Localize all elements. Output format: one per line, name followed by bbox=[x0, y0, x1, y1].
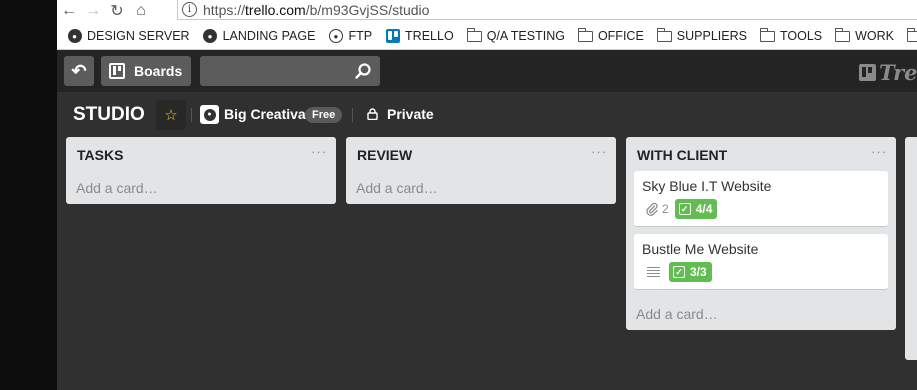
address-bar[interactable]: i https://trello.com/b/m93GvjSS/studio bbox=[177, 0, 917, 20]
folder-icon bbox=[759, 27, 775, 42]
logo-circle-icon: ● bbox=[203, 29, 218, 43]
header-divider bbox=[352, 108, 353, 122]
bookmark-design-server[interactable]: ● DESIGN SERVER bbox=[67, 29, 190, 44]
checklist-badge: ✓ 3/3 bbox=[669, 262, 712, 282]
app-header: ↶ Boards Trello bbox=[57, 50, 917, 92]
bookmark-label: WORK bbox=[855, 29, 895, 43]
bookmarks-bar: ● DESIGN SERVER ● LANDING PAGE ● FTP TRELLO… bbox=[57, 24, 917, 48]
team-logo-icon: ● bbox=[203, 108, 216, 121]
folder-icon bbox=[835, 27, 851, 42]
attachment-badge: 2 bbox=[642, 202, 669, 216]
url-prefix: https:// bbox=[203, 1, 246, 18]
star-icon: ☆ bbox=[164, 107, 178, 124]
bookmark-pe[interactable]: PE bbox=[907, 27, 917, 44]
list-title[interactable]: WITH CLIENT bbox=[637, 147, 727, 163]
logo-outline-circle-icon: ● bbox=[328, 29, 343, 43]
trello-logo-icon bbox=[859, 64, 876, 81]
checkbox-icon: ✓ bbox=[673, 266, 685, 278]
lock-icon bbox=[367, 108, 378, 120]
logo-circle-icon: ● bbox=[67, 29, 82, 43]
bookmark-trello[interactable]: TRELLO bbox=[385, 29, 454, 44]
boards-label: Boards bbox=[134, 63, 183, 79]
bookmark-ftp[interactable]: ● FTP bbox=[328, 29, 372, 44]
list-menu-icon[interactable]: ··· bbox=[871, 144, 887, 159]
card[interactable]: Bustle Me Website ✓ 3/3 bbox=[634, 234, 888, 290]
bookmark-label: OFFICE bbox=[597, 29, 644, 43]
back-button[interactable]: ↶ bbox=[64, 56, 94, 86]
folder-icon bbox=[907, 27, 917, 42]
url-path: /b/m93GvjSS/studio bbox=[305, 1, 430, 18]
folder-icon bbox=[656, 27, 672, 42]
list-menu-icon[interactable]: ··· bbox=[311, 144, 327, 159]
bookmark-office[interactable]: OFFICE bbox=[577, 27, 644, 44]
free-badge: Free bbox=[305, 107, 343, 123]
search-input[interactable] bbox=[200, 56, 380, 86]
logo-text: Trello bbox=[879, 60, 917, 85]
bookmark-label: LANDING PAGE bbox=[222, 29, 316, 43]
bookmark-label: DESIGN SERVER bbox=[87, 29, 190, 43]
bookmark-label: TRELLO bbox=[405, 29, 454, 43]
bookmark-tools[interactable]: TOOLS bbox=[759, 27, 823, 44]
info-icon[interactable]: i bbox=[182, 2, 197, 17]
board-title[interactable]: STUDIO bbox=[73, 104, 145, 126]
bookmark-label: Q/A TESTING bbox=[486, 29, 565, 43]
list-title[interactable]: REVIEW bbox=[357, 147, 412, 163]
back-icon: ↶ bbox=[71, 60, 87, 81]
bookmark-qa-testing[interactable]: Q/A TESTING bbox=[466, 27, 565, 44]
star-button[interactable]: ☆ bbox=[156, 100, 186, 130]
add-card-link[interactable]: Add a card… bbox=[76, 180, 158, 196]
card-badges: ✓ 3/3 bbox=[642, 262, 712, 282]
team-name[interactable]: Big Creativa bbox=[224, 106, 306, 122]
url-host: trello.com bbox=[245, 1, 306, 18]
add-card-link[interactable]: Add a card… bbox=[636, 306, 718, 322]
trello-app: ↶ Boards Trello STUDIO ☆ ● Big Creativa … bbox=[57, 50, 917, 390]
checklist-badge: ✓ 4/4 bbox=[674, 199, 718, 219]
list-menu-icon[interactable]: ··· bbox=[591, 144, 607, 159]
list-title[interactable]: TASKS bbox=[77, 147, 123, 163]
board-header: STUDIO ☆ ● Big Creativa Free Private bbox=[57, 92, 917, 136]
attachment-count: 2 bbox=[662, 202, 669, 216]
list-review: REVIEW ··· Add a card… bbox=[346, 137, 616, 204]
card-title: Bustle Me Website bbox=[642, 241, 759, 257]
trello-icon bbox=[385, 29, 400, 43]
trello-logo[interactable]: Trello bbox=[859, 60, 917, 85]
paperclip-icon bbox=[646, 202, 658, 216]
checklist-count: 3/3 bbox=[690, 265, 707, 279]
card[interactable]: Sky Blue I.T Website 2 ✓ 4/4 bbox=[634, 171, 888, 227]
search-icon[interactable] bbox=[354, 62, 372, 80]
bookmark-suppliers[interactable]: SUPPLIERS bbox=[656, 27, 747, 44]
visibility-label[interactable]: Private bbox=[387, 106, 434, 122]
description-icon bbox=[647, 266, 660, 278]
header-divider bbox=[191, 108, 192, 122]
list-tasks: TASKS ··· Add a card… bbox=[66, 137, 336, 204]
boards-icon bbox=[109, 63, 125, 79]
bookmark-work[interactable]: WORK bbox=[835, 27, 895, 44]
add-card-link[interactable]: Add a card… bbox=[356, 180, 438, 196]
card-badges: 2 ✓ 4/4 bbox=[642, 199, 718, 219]
checkbox-icon: ✓ bbox=[678, 203, 691, 215]
bookmark-label: SUPPLIERS bbox=[676, 29, 747, 43]
browser-chrome: ← → ↻ ⌂ i https://trello.com/b/m93GvjSS/… bbox=[57, 0, 917, 50]
reload-icon[interactable]: ↻ bbox=[105, 0, 129, 22]
list-with-client: WITH CLIENT ··· Sky Blue I.T Website 2 ✓… bbox=[626, 137, 896, 330]
bookmark-landing-page[interactable]: ● LANDING PAGE bbox=[203, 29, 316, 44]
list-partial bbox=[905, 137, 917, 360]
folder-icon bbox=[577, 27, 593, 42]
bookmark-label: FTP bbox=[348, 29, 373, 43]
forward-arrow-icon[interactable]: → bbox=[81, 0, 105, 22]
card-title: Sky Blue I.T Website bbox=[642, 178, 772, 194]
folder-icon bbox=[466, 27, 482, 42]
back-arrow-icon[interactable]: ← bbox=[57, 0, 81, 22]
team-icon[interactable]: ● bbox=[200, 105, 219, 124]
home-icon[interactable]: ⌂ bbox=[129, 0, 153, 22]
boards-button[interactable]: Boards bbox=[101, 56, 191, 86]
bookmark-label: TOOLS bbox=[779, 29, 823, 43]
checklist-count: 4/4 bbox=[695, 202, 713, 216]
